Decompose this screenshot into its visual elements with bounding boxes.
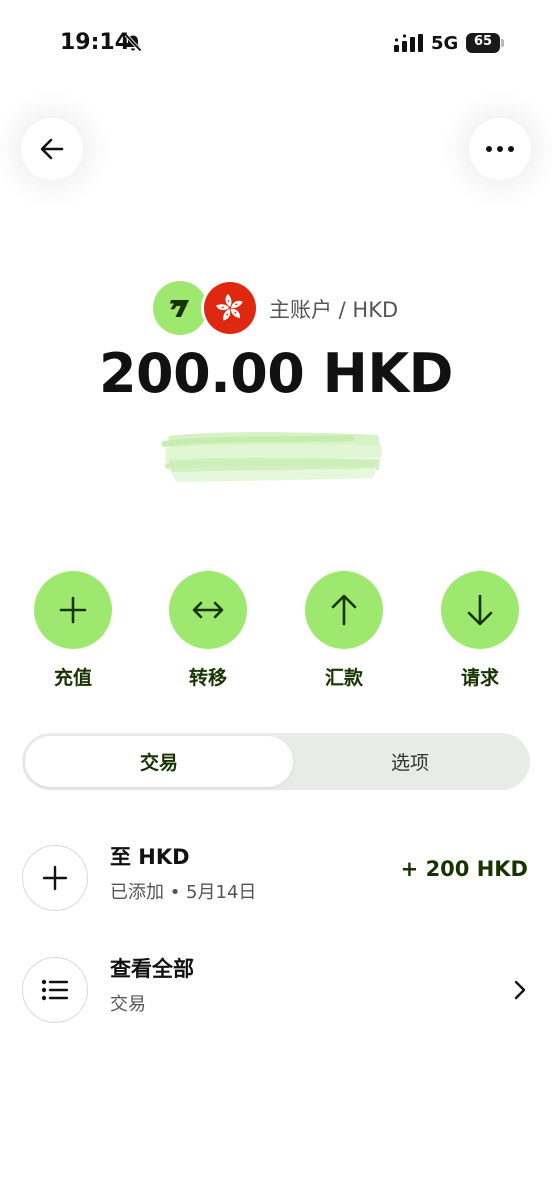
arrow-down-icon: [441, 571, 519, 649]
transaction-amount: + 200 HKD: [400, 857, 528, 881]
account-screen: 19:14 5G 65 主账户 / HKD 200.00 HKD 充值 转移 汇…: [0, 0, 552, 1200]
transaction-subtitle: 已添加 • 5月14日: [110, 882, 257, 903]
chevron-right-icon: [510, 979, 530, 1001]
arrows-horizontal-icon: [169, 571, 247, 649]
status-time: 19:14: [60, 30, 131, 55]
more-horizontal-icon: [486, 146, 514, 152]
arrow-left-icon: [40, 138, 64, 160]
bell-slash-icon: [123, 33, 143, 53]
segmented-control: 交易 选项: [22, 733, 530, 790]
back-button[interactable]: [21, 118, 83, 180]
battery-icon: 65: [466, 33, 504, 53]
cellular-signal-icon: [394, 34, 424, 52]
network-type: 5G: [431, 33, 459, 54]
tab-transactions[interactable]: 交易: [25, 736, 293, 787]
account-label: 主账户 / HKD: [269, 298, 399, 322]
view-all-transactions-row[interactable]: 查看全部 交易: [0, 945, 552, 1035]
battery-level: 65: [473, 34, 493, 49]
view-all-subtitle: 交易: [110, 994, 146, 1015]
wise-logo-icon: [153, 281, 207, 335]
transaction-row[interactable]: 至 HKD 已添加 • 5月14日 + 200 HKD: [0, 833, 552, 923]
account-balance: 200.00 HKD: [98, 342, 454, 405]
hong-kong-flag-icon: [201, 279, 259, 337]
tab-options[interactable]: 选项: [293, 736, 527, 787]
arrow-up-icon: [305, 571, 383, 649]
view-all-title: 查看全部: [110, 957, 194, 981]
add-money-label: 充值: [53, 667, 92, 689]
request-label: 请求: [460, 667, 499, 689]
plus-icon: [22, 845, 88, 911]
transfer-label: 转移: [188, 667, 227, 689]
redacted-account-details: [161, 428, 384, 484]
list-icon: [22, 957, 88, 1023]
request-button[interactable]: 请求: [441, 571, 519, 690]
transaction-title: 至 HKD: [110, 845, 190, 869]
transfer-button[interactable]: 转移: [169, 571, 247, 690]
send-button[interactable]: 汇款: [305, 571, 383, 690]
status-bar: 19:14 5G 65: [0, 0, 552, 90]
more-options-button[interactable]: [469, 118, 531, 180]
send-label: 汇款: [324, 667, 363, 689]
add-money-button[interactable]: 充值: [34, 571, 112, 690]
plus-icon: [34, 571, 112, 649]
